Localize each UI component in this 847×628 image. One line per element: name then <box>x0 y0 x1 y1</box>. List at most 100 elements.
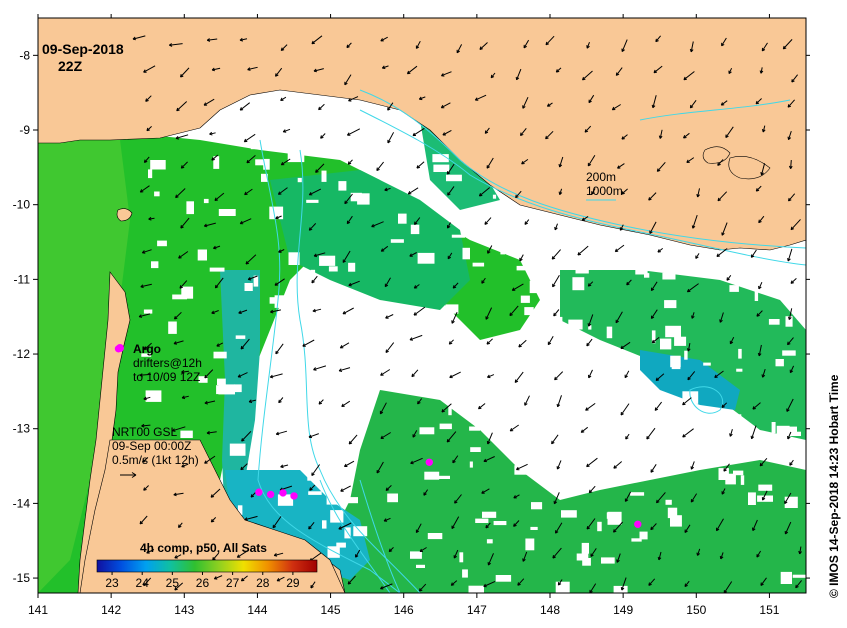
bathy-200-label: 200m <box>586 170 616 184</box>
x-tick-label-1: 142 <box>101 603 121 617</box>
cloud-speck <box>357 193 370 205</box>
cloud-speck <box>575 264 589 274</box>
cloud-speck <box>729 285 739 292</box>
cloud-speck <box>614 354 628 364</box>
argo-float-2 <box>634 520 642 528</box>
credit-label: © IMOS 14-Sep-2018 14:23 Hobart Time <box>827 374 841 598</box>
cloud-speck <box>462 343 473 353</box>
cloud-speck <box>475 518 489 523</box>
cloud-speck <box>748 492 756 505</box>
bathy-1000-label: 1000m <box>586 184 623 198</box>
cloud-speck <box>665 325 681 338</box>
cloud-speck <box>297 177 302 183</box>
cloud-speck <box>771 422 776 434</box>
cloud-speck <box>738 348 742 359</box>
cloud-speck <box>374 309 382 316</box>
cloud-speck <box>572 277 585 291</box>
x-tick-label-2: 143 <box>174 603 194 617</box>
cloud-speck <box>216 385 232 395</box>
cloud-speck <box>320 401 332 409</box>
cloud-speck <box>235 335 246 339</box>
cloud-speck <box>244 283 253 291</box>
cloud-speck <box>597 521 602 532</box>
cloud-speck <box>419 332 424 336</box>
cloud-speck <box>286 333 293 341</box>
cloud-speck <box>588 442 594 455</box>
cloud-speck <box>535 421 546 426</box>
cloud-speck <box>328 266 338 272</box>
cloud-speck <box>493 521 507 526</box>
cloud-speck <box>516 265 533 271</box>
cloud-speck <box>781 443 791 454</box>
cloud-speck <box>145 390 162 402</box>
cloud-speck <box>555 581 570 593</box>
cloud-speck <box>459 552 464 563</box>
y-tick-label-6: -14 <box>13 496 31 510</box>
cloud-speck <box>437 475 450 479</box>
colorbar-tick-label-6: 29 <box>286 576 300 590</box>
cloud-speck <box>348 262 356 272</box>
cloud-speck <box>607 241 615 252</box>
y-tick-label-4: -12 <box>13 347 31 361</box>
cloud-speck <box>743 262 748 266</box>
cloud-speck <box>186 201 194 215</box>
cloud-speck <box>630 492 645 496</box>
cloud-speck <box>758 484 773 491</box>
cloud-speck <box>468 585 484 593</box>
cloud-speck <box>432 154 449 163</box>
cloud-speck <box>436 369 449 376</box>
cloud-speck <box>583 359 596 372</box>
cloud-speck <box>752 268 760 274</box>
cloud-speck <box>266 422 277 433</box>
cloud-speck <box>268 438 284 444</box>
cloud-speck <box>517 451 522 465</box>
cloud-speck <box>703 362 711 366</box>
cloud-speck <box>271 453 286 464</box>
cloud-speck <box>530 526 538 530</box>
cloud-speck <box>439 423 452 430</box>
cloud-speck <box>213 351 227 359</box>
cloud-speck <box>639 531 648 540</box>
cloud-speck <box>531 502 543 510</box>
cloud-speck <box>607 511 622 525</box>
cloud-speck <box>664 300 677 309</box>
y-tick-label-0: -8 <box>19 48 30 62</box>
y-tick-label-5: -13 <box>13 422 31 436</box>
cloud-speck <box>168 321 177 334</box>
cloud-speck <box>157 240 167 247</box>
cloud-speck <box>674 336 687 346</box>
cloud-speck <box>662 272 676 280</box>
colorbar-ramp <box>96 559 318 573</box>
y-tick-label-3: -11 <box>14 272 31 286</box>
cloud-speck <box>782 350 796 356</box>
cloud-speck <box>665 499 672 505</box>
cloud-speck <box>544 454 549 464</box>
x-tick-label-0: 141 <box>28 603 48 617</box>
cloud-speck <box>529 280 546 294</box>
cloud-speck <box>148 169 153 179</box>
cloud-speck <box>736 368 743 372</box>
cloud-speck <box>367 143 380 151</box>
cloud-speck <box>143 309 153 314</box>
cloud-speck <box>500 243 505 255</box>
cloud-speck <box>410 551 422 559</box>
cloud-speck <box>606 326 613 339</box>
cloud-speck <box>151 261 159 269</box>
cloud-speck <box>336 542 346 548</box>
drifters-to-label: to 10/09 12Z <box>133 370 200 384</box>
cloud-speck <box>561 510 577 518</box>
cloud-speck <box>529 395 542 400</box>
x-tick-label-6: 147 <box>467 603 487 617</box>
cloud-speck <box>576 553 589 561</box>
x-tick-label-10: 151 <box>759 603 779 617</box>
date-label: 09-Sep-2018 <box>42 41 124 57</box>
argo-float-4 <box>266 490 275 499</box>
y-tick-label-2: -10 <box>13 198 31 212</box>
cloud-speck <box>329 376 343 385</box>
cloud-speck <box>671 357 681 370</box>
cloud-speck <box>660 338 672 350</box>
cloud-speck <box>645 241 651 246</box>
drifters-label: drifters@12h <box>133 356 202 370</box>
cloud-speck <box>445 304 459 314</box>
cloud-speck <box>398 213 407 224</box>
